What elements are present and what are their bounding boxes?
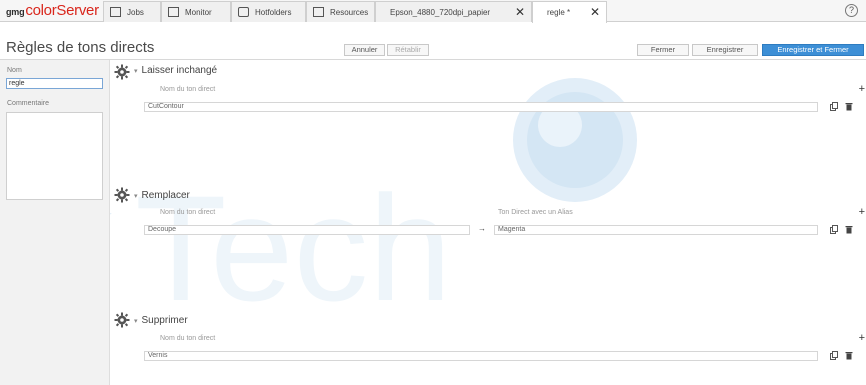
trash-icon[interactable] — [845, 351, 853, 360]
cancel-button[interactable]: Annuler — [344, 44, 385, 56]
arrow-right-icon: → — [478, 224, 486, 233]
hotfolders-icon — [238, 7, 249, 17]
name-label: Nom — [7, 67, 22, 74]
app-logo: gmg colorServer — [6, 2, 99, 20]
add-icon[interactable]: + — [859, 332, 865, 344]
add-icon[interactable]: + — [859, 206, 865, 218]
help-icon[interactable]: ? — [845, 4, 858, 17]
comment-textarea[interactable] — [6, 112, 103, 200]
alias-column-header: Ton Direct avec un Alias — [498, 209, 573, 216]
close-icon[interactable]: ✕ — [515, 5, 525, 19]
copy-icon[interactable] — [830, 102, 838, 111]
tab-epson-profile[interactable]: Epson_4880_720dpi_papier ✕ — [375, 1, 532, 22]
gear-icon[interactable] — [114, 312, 130, 328]
tab-regle-label: regle * — [547, 8, 571, 17]
logo-prefix: gmg — [6, 7, 25, 17]
section-keep: ▾ Laisser inchangé Nom du ton direct + Cu… — [112, 64, 866, 134]
trash-icon[interactable] — [845, 225, 853, 234]
tab-monitor-label: Monitor — [185, 7, 212, 17]
tab-resources[interactable]: Resources — [306, 1, 375, 22]
page-title: Règles de tons directs — [6, 39, 155, 56]
comment-label: Commentaire — [7, 100, 50, 107]
tab-jobs[interactable]: Jobs — [103, 1, 161, 22]
section-delete-title-text: Supprimer — [141, 315, 188, 326]
spot-name-column-header: Nom du ton direct — [160, 209, 216, 216]
section-keep-title[interactable]: ▾ Laisser inchangé — [134, 65, 217, 76]
spot-name-column-header: Nom du ton direct — [160, 335, 216, 342]
jobs-icon — [110, 7, 121, 17]
tab-regle[interactable]: regle * ✕ — [532, 1, 607, 23]
section-replace: ▾ Remplacer Nom du ton direct Ton Direct … — [112, 187, 866, 257]
divider — [0, 59, 866, 60]
tab-hotfolders[interactable]: Hotfolders — [231, 1, 306, 22]
gear-icon[interactable] — [114, 187, 130, 203]
restore-button[interactable]: Rétablir — [387, 44, 429, 56]
monitor-icon — [168, 7, 179, 17]
section-delete: ▾ Supprimer Nom du ton direct + Vernis — [112, 312, 866, 382]
tab-hotfolders-label: Hotfolders — [255, 7, 292, 17]
close-button[interactable]: Fermer — [637, 44, 689, 56]
section-replace-title[interactable]: ▾ Remplacer — [134, 190, 190, 201]
copy-icon[interactable] — [830, 351, 838, 360]
resources-icon — [313, 7, 324, 17]
spot-name-field[interactable]: CutContour — [144, 102, 818, 112]
tab-epson-label: Epson_4880_720dpi_papier — [390, 7, 491, 17]
tab-resources-label: Resources — [330, 7, 369, 17]
save-button[interactable]: Enregistrer — [692, 44, 758, 56]
section-delete-title[interactable]: ▾ Supprimer — [134, 315, 188, 326]
left-panel: Nom regle Commentaire — [0, 60, 110, 385]
save-and-close-button[interactable]: Enregistrer et Fermer — [762, 44, 864, 56]
close-icon[interactable]: ✕ — [590, 5, 600, 19]
spot-name-field[interactable]: Decoupe — [144, 225, 470, 235]
name-input[interactable]: regle — [6, 78, 103, 89]
spot-name-column-header: Nom du ton direct — [160, 86, 216, 93]
add-icon[interactable]: + — [859, 83, 865, 95]
copy-icon[interactable] — [830, 225, 838, 234]
alias-field[interactable]: Magenta — [494, 225, 818, 235]
tab-jobs-label: Jobs — [127, 7, 144, 17]
trash-icon[interactable] — [845, 102, 853, 111]
section-keep-title-text: Laisser inchangé — [141, 65, 218, 76]
title-row: Règles de tons directs Annuler Rétablir … — [0, 36, 866, 58]
tab-monitor[interactable]: Monitor — [161, 1, 231, 22]
top-tab-bar: gmg colorServer Jobs Monitor Hotfolders … — [0, 0, 866, 23]
section-replace-title-text: Remplacer — [141, 190, 190, 201]
gear-icon[interactable] — [114, 64, 130, 80]
logo-name: colorServer — [25, 2, 99, 19]
spot-name-field[interactable]: Vernis — [144, 351, 818, 361]
